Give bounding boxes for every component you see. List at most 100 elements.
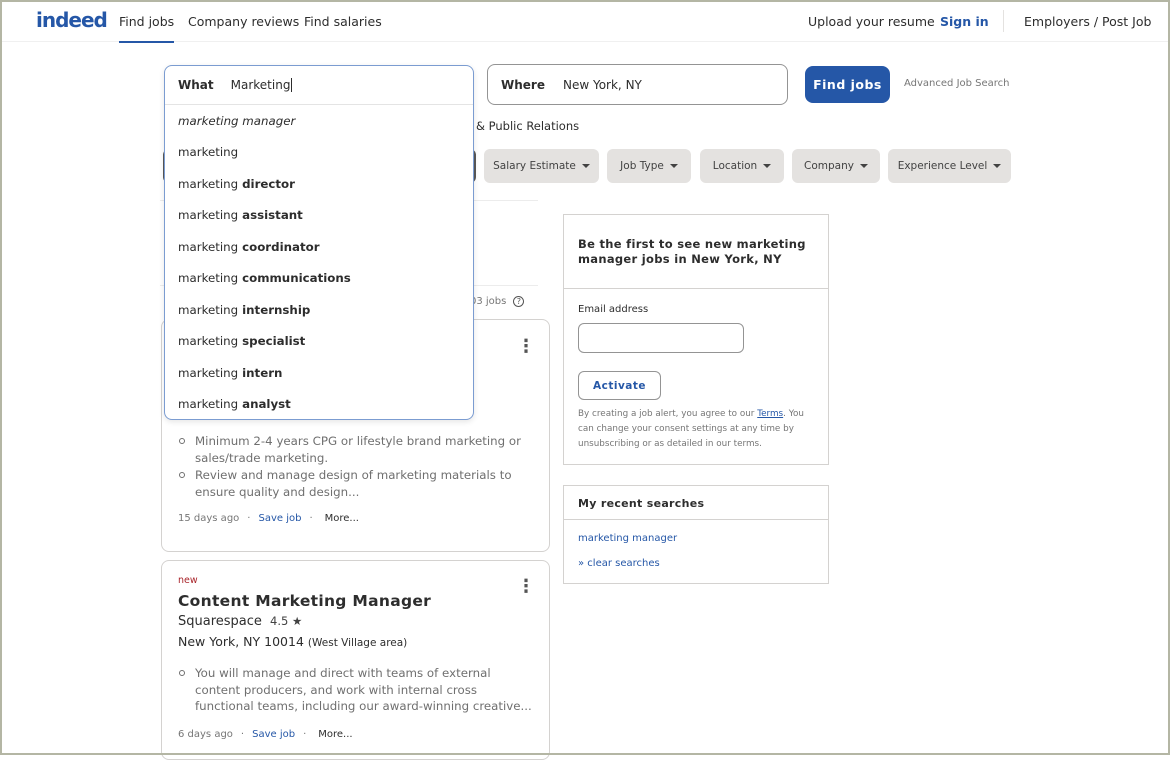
- suggestion-prefix: marketing: [178, 208, 239, 223]
- save-job-link[interactable]: Save job: [258, 513, 301, 524]
- area-text: (West Village area): [307, 637, 408, 649]
- indeed-logo[interactable]: indeed: [36, 8, 108, 32]
- terms-link[interactable]: Terms: [757, 409, 783, 419]
- suggestion-item[interactable]: marketing: [165, 137, 473, 169]
- filter-label: Company: [804, 160, 854, 172]
- suggestion-suffix: intern: [242, 365, 283, 380]
- new-badge: new: [178, 575, 198, 586]
- suggestion-suffix: communications: [242, 271, 351, 286]
- sign-in-link[interactable]: Sign in: [940, 14, 989, 29]
- suggestion-suffix: internship: [242, 302, 311, 317]
- suggestion-prefix: marketing: [178, 271, 239, 286]
- caret-down-icon: [859, 164, 868, 168]
- job-alert-panel: Be the first to see new marketing manage…: [563, 214, 829, 465]
- snippet-bullet: Minimum 2-4 years CPG or lifestyle brand…: [178, 433, 533, 466]
- what-autocomplete: What Marketing marketing manager marketin…: [164, 65, 474, 420]
- alert-title: Be the first to see new marketing manage…: [564, 215, 828, 289]
- nav-find-salaries[interactable]: Find salaries: [304, 14, 382, 29]
- legal-text: By creating a job alert, you agree to ou…: [578, 409, 758, 419]
- suggestion-prefix: marketing: [178, 365, 239, 380]
- what-field[interactable]: What Marketing: [165, 66, 473, 105]
- activate-button[interactable]: Activate: [578, 371, 661, 400]
- employers-link[interactable]: Employers / Post Job: [1024, 14, 1151, 29]
- job-title[interactable]: Content Marketing Manager: [178, 592, 431, 610]
- job-snippet: You will manage and direct with teams of…: [178, 665, 533, 716]
- suggestion-item[interactable]: marketing analyst: [165, 389, 473, 421]
- caret-down-icon: [581, 164, 590, 168]
- filter-label: Experience Level: [897, 160, 988, 172]
- suggestion-item[interactable]: marketing director: [165, 168, 473, 200]
- job-count: 03 jobs ?: [470, 296, 525, 307]
- job-age: 6 days ago: [178, 729, 233, 740]
- help-icon[interactable]: ?: [513, 296, 525, 307]
- filter-label: Salary Estimate: [493, 160, 576, 172]
- filter-company[interactable]: Company: [792, 149, 880, 183]
- filter-salary[interactable]: Salary Estimate: [484, 149, 599, 183]
- suggestion-prefix: marketing: [178, 334, 239, 349]
- suggestion-prefix: marketing: [178, 397, 239, 412]
- suggestion-prefix: marketing: [178, 176, 239, 191]
- alert-legal: By creating a job alert, you agree to ou…: [578, 407, 818, 452]
- job-age: 15 days ago: [178, 513, 240, 524]
- job-card[interactable]: new ⋮ Content Marketing Manager Squaresp…: [161, 560, 550, 760]
- where-field[interactable]: Where New York, NY: [487, 64, 788, 105]
- job-meta: 6 days ago · Save job · More...: [178, 729, 353, 740]
- location-text: New York, NY 10014: [178, 634, 304, 649]
- suggestion-prefix: marketing: [178, 302, 239, 317]
- category-partial[interactable]: & Public Relations: [476, 119, 579, 133]
- nav-find-jobs[interactable]: Find jobs: [119, 14, 175, 43]
- suggestion-suffix: coordinator: [242, 239, 320, 254]
- filter-location[interactable]: Location: [700, 149, 784, 183]
- filter-experience[interactable]: Experience Level: [888, 149, 1011, 183]
- company-name[interactable]: Squarespace: [178, 614, 262, 629]
- suggestion-list: marketing manager marketing marketing direc…: [165, 105, 473, 420]
- company-rating: 4.5 ★: [270, 614, 303, 628]
- recent-search-link[interactable]: marketing manager: [578, 533, 677, 544]
- header: indeed Find jobs Company reviews Find sa…: [0, 0, 1170, 43]
- caret-down-icon: [993, 164, 1002, 168]
- suggestion-suffix: assistant: [242, 208, 303, 223]
- job-count-text: 03 jobs: [470, 296, 507, 307]
- suggestion-suffix: analyst: [242, 397, 291, 412]
- snippet-bullet: Review and manage design of marketing ma…: [178, 467, 533, 500]
- what-input[interactable]: Marketing: [231, 78, 293, 92]
- more-link[interactable]: More...: [325, 513, 359, 524]
- suggestion-item[interactable]: marketing intern: [165, 357, 473, 389]
- suggestion-suffix: director: [242, 176, 295, 191]
- filter-label: Job Type: [620, 160, 664, 172]
- job-location: New York, NY 10014 (West Village area): [178, 634, 407, 649]
- snippet-bullet: You will manage and direct with teams of…: [178, 665, 533, 715]
- suggestion-item[interactable]: marketing specialist: [165, 326, 473, 358]
- clear-searches-link[interactable]: » clear searches: [578, 558, 660, 569]
- suggestion-prefix: marketing: [178, 239, 239, 254]
- more-options-icon[interactable]: ⋮: [517, 578, 535, 596]
- suggestion-item[interactable]: marketing internship: [165, 294, 473, 326]
- advanced-search-link[interactable]: Advanced Job Search: [904, 78, 1010, 89]
- email-input[interactable]: [578, 323, 744, 353]
- recent-searches-panel: My recent searches marketing manager » c…: [563, 485, 829, 584]
- upload-resume-link[interactable]: Upload your resume: [808, 14, 935, 29]
- suggestion-item[interactable]: marketing coordinator: [165, 231, 473, 263]
- company-line: Squarespace 4.5 ★: [178, 614, 302, 629]
- more-link[interactable]: More...: [318, 729, 352, 740]
- job-meta: 15 days ago · Save job · More...: [178, 513, 359, 524]
- recent-title: My recent searches: [564, 486, 828, 520]
- caret-down-icon: [763, 164, 772, 168]
- suggestion-prefix: marketing: [178, 145, 239, 160]
- suggestion-item[interactable]: marketing assistant: [165, 200, 473, 232]
- caret-down-icon: [669, 164, 678, 168]
- suggestion-item[interactable]: marketing communications: [165, 263, 473, 295]
- suggestion-suffix: specialist: [242, 334, 306, 349]
- find-jobs-button[interactable]: Find jobs: [805, 66, 890, 103]
- more-options-icon[interactable]: ⋮: [517, 338, 535, 356]
- save-job-link[interactable]: Save job: [252, 729, 295, 740]
- where-label: Where: [501, 77, 545, 92]
- filter-job-type[interactable]: Job Type: [607, 149, 691, 183]
- what-label: What: [178, 78, 214, 92]
- suggestion-item[interactable]: marketing manager: [165, 105, 473, 137]
- nav-company-reviews[interactable]: Company reviews: [188, 14, 299, 29]
- where-input[interactable]: New York, NY: [563, 78, 642, 92]
- divider: [1003, 10, 1004, 32]
- suggestion-prefix: marketing manager: [178, 113, 296, 128]
- email-label: Email address: [578, 304, 649, 315]
